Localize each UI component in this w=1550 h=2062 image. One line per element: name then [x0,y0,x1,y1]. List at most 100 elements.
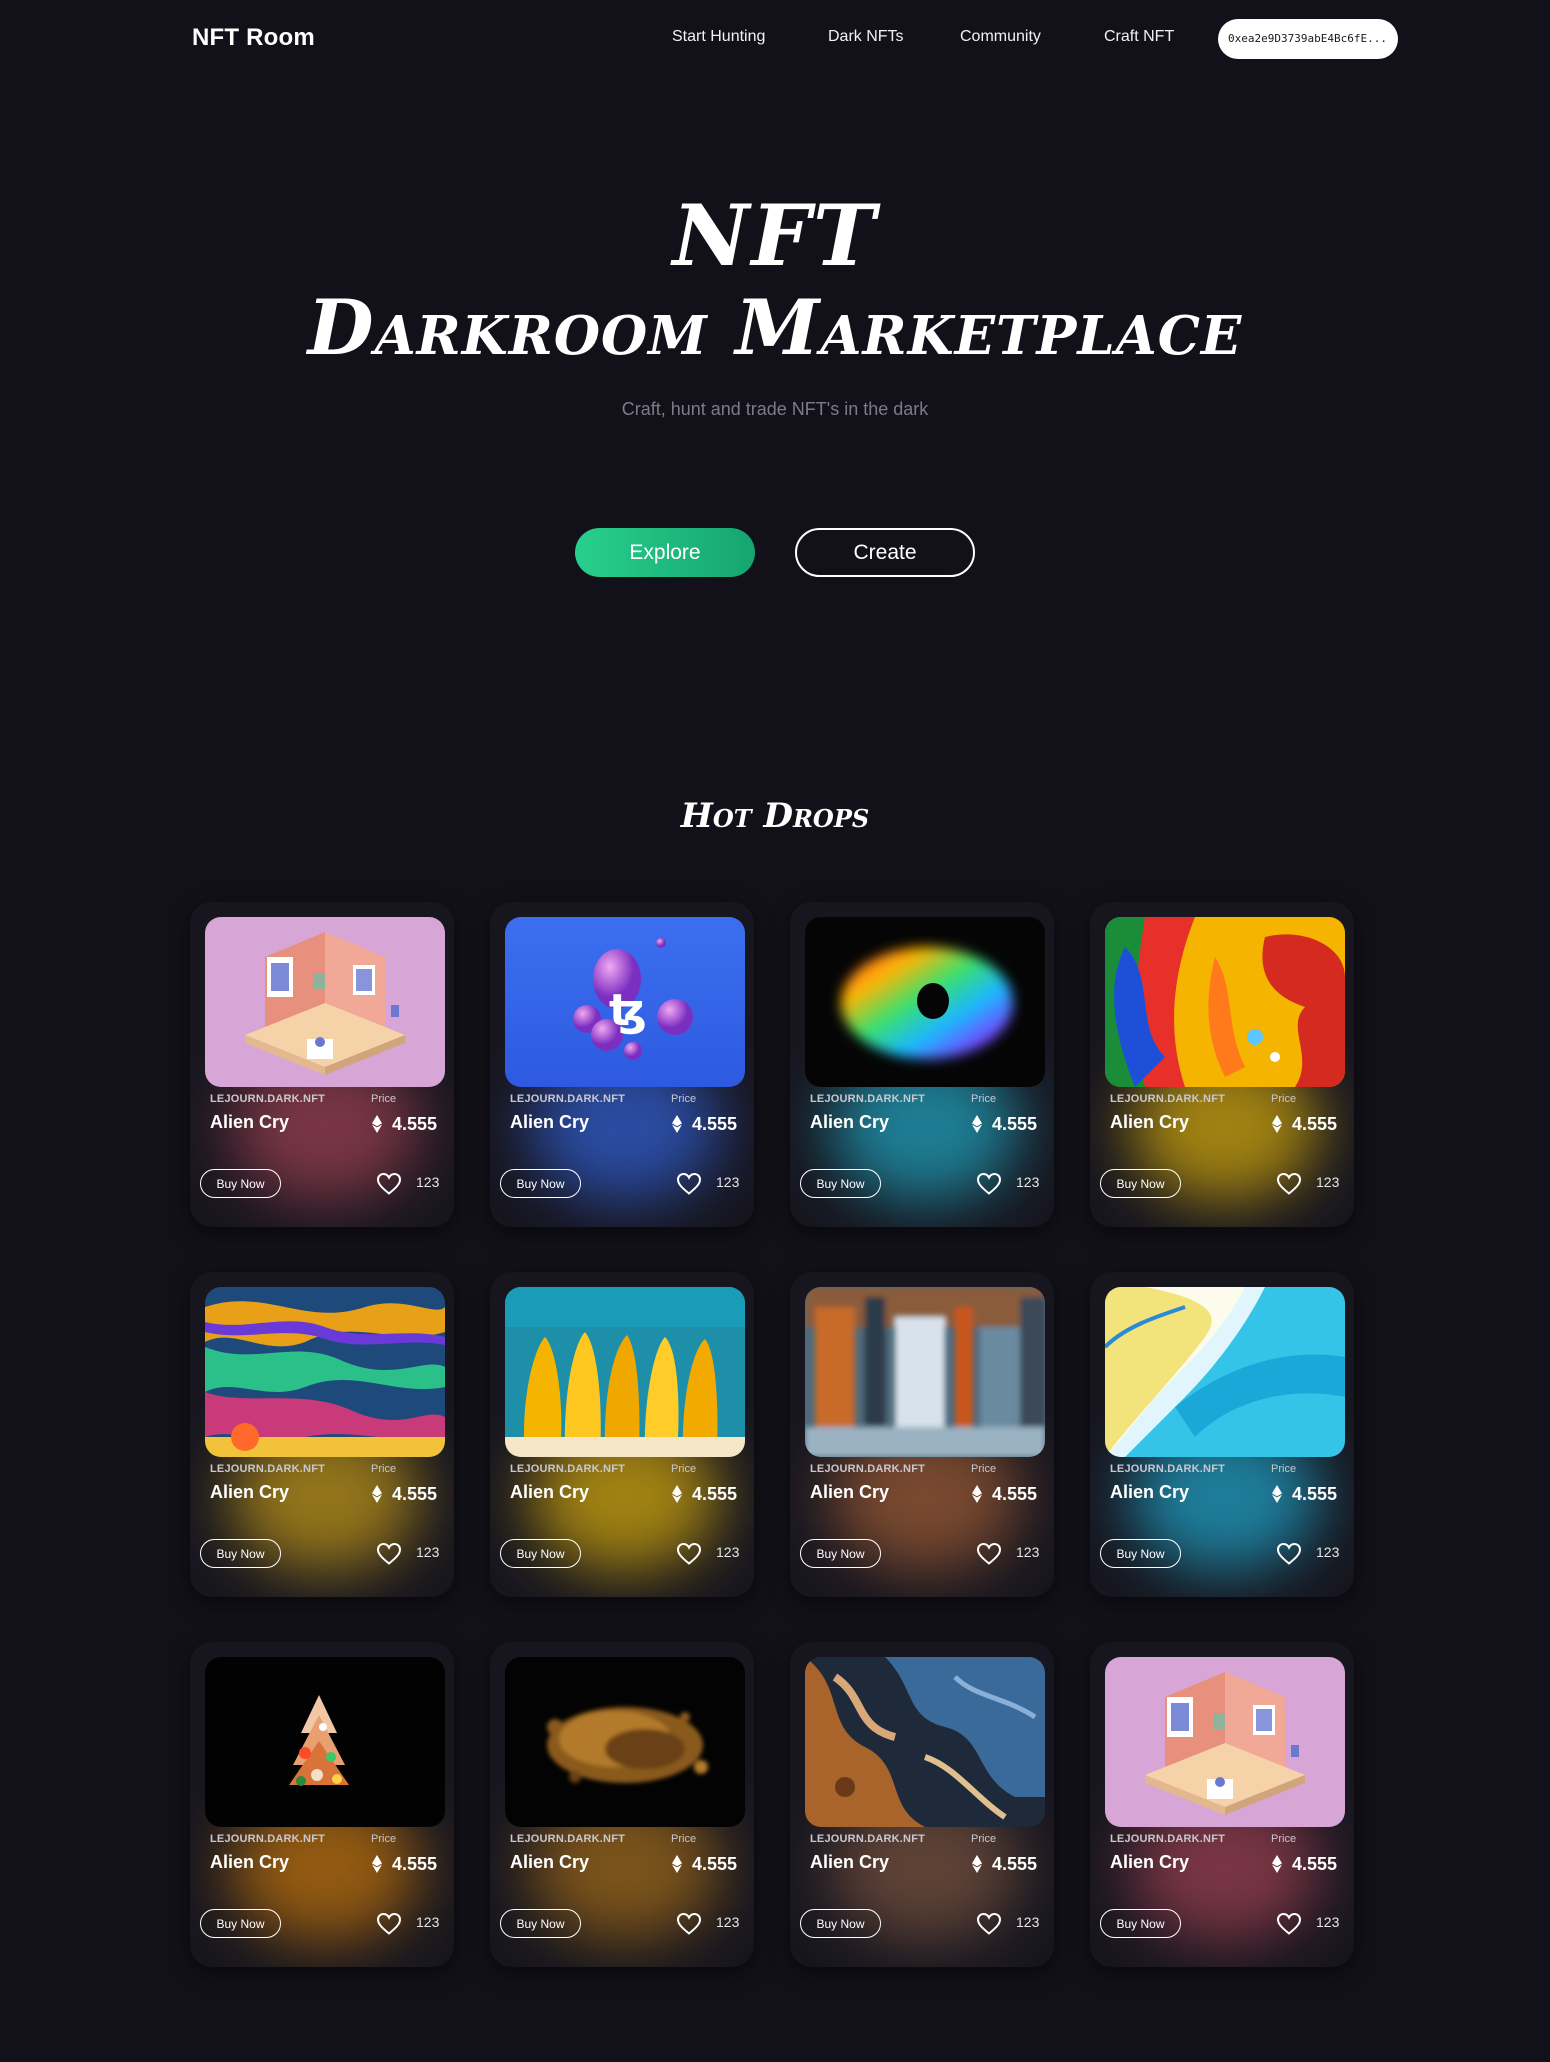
hero-title-line2: Darkroom Marketplace [307,283,1243,372]
nft-price: 4.555 [992,1484,1038,1504]
nft-price: 4.555 [992,1854,1038,1874]
ethereum-icon [372,1485,382,1503]
nft-card[interactable]: LEJOURN.DARK.NFT Price Alien Cry 4.555 B… [190,902,454,1227]
buy-now-button[interactable]: Buy Now [200,1169,281,1198]
nft-name: Alien Cry [1110,1852,1190,1872]
nft-name: Alien Cry [510,1852,590,1872]
nft-card[interactable]: LEJOURN.DARK.NFT Price Alien Cry 4.555 B… [1090,1642,1354,1967]
nft-artwork[interactable] [805,917,1045,1087]
buy-now-button[interactable]: Buy Now [1100,1539,1181,1568]
creator-name: LEJOURN.DARK.NFT [510,1833,626,1845]
heart-icon[interactable] [1276,1542,1302,1566]
like-count: 123 [716,1914,740,1930]
hero-title-line1: NFT [672,186,878,285]
nft-artwork[interactable] [205,1657,445,1827]
price-label: Price [671,1093,697,1105]
heart-icon[interactable] [376,1542,402,1566]
nft-price: 4.555 [692,1484,738,1504]
ethereum-icon [972,1115,982,1133]
like-count: 123 [1016,1174,1040,1190]
nav-link-craft-nft[interactable]: Craft NFT [1104,28,1174,46]
nft-card[interactable]: LEJOURN.DARK.NFT Price Alien Cry 4.555 B… [1090,1272,1354,1597]
nft-artwork[interactable] [505,1287,745,1457]
like-count: 123 [416,1544,440,1560]
nft-artwork[interactable] [805,1657,1045,1827]
buy-now-button[interactable]: Buy Now [800,1539,881,1568]
hero-subtitle: Craft, hunt and trade NFT's in the dark [621,399,929,419]
hot-drops-title: Hot Drops [680,796,870,836]
nav-link-community[interactable]: Community [960,28,1041,46]
price-label: Price [971,1463,997,1475]
buy-now-button[interactable]: Buy Now [200,1909,281,1938]
nft-artwork[interactable]: ꜩ [505,917,745,1087]
ethereum-icon [1272,1855,1282,1873]
heart-icon[interactable] [1276,1172,1302,1196]
nft-artwork[interactable] [805,1287,1045,1457]
ethereum-icon [972,1855,982,1873]
creator-name: LEJOURN.DARK.NFT [810,1833,926,1845]
creator-name: LEJOURN.DARK.NFT [210,1833,326,1845]
nft-card[interactable]: LEJOURN.DARK.NFT Price Alien Cry 4.555 B… [490,1642,754,1967]
like-count: 123 [1316,1914,1340,1930]
nft-artwork[interactable] [1105,1657,1345,1827]
nft-price: 4.555 [992,1114,1038,1134]
buy-now-button[interactable]: Buy Now [1100,1169,1181,1198]
create-button[interactable]: Create [795,528,975,577]
nft-card[interactable]: LEJOURN.DARK.NFT Price Alien Cry 4.555 B… [190,1642,454,1967]
nft-artwork[interactable] [1105,917,1345,1087]
buy-now-button[interactable]: Buy Now [800,1169,881,1198]
like-count: 123 [716,1174,740,1190]
nft-name: Alien Cry [810,1852,890,1872]
heart-icon[interactable] [376,1172,402,1196]
price-label: Price [371,1093,397,1105]
buy-now-button[interactable]: Buy Now [500,1169,581,1198]
like-count: 123 [416,1914,440,1930]
buy-now-button[interactable]: Buy Now [1100,1909,1181,1938]
nft-name: Alien Cry [510,1112,590,1132]
nft-name: Alien Cry [210,1112,290,1132]
nft-card[interactable]: LEJOURN.DARK.NFT Price Alien Cry 4.555 B… [490,1272,754,1597]
nft-card[interactable]: LEJOURN.DARK.NFT Price Alien Cry 4.555 B… [790,1272,1054,1597]
heart-icon[interactable] [976,1172,1002,1196]
ethereum-icon [672,1485,682,1503]
nft-card[interactable]: LEJOURN.DARK.NFT Price Alien Cry 4.555 B… [790,1642,1054,1967]
ethereum-icon [372,1855,382,1873]
creator-name: LEJOURN.DARK.NFT [1110,1463,1226,1475]
svg-text:ꜩ: ꜩ [609,985,647,1036]
heart-icon[interactable] [376,1912,402,1936]
hero-title: NFT Darkroom Marketplace [0,190,1550,374]
brand-logo[interactable]: NFT Room [192,24,315,52]
ethereum-icon [672,1855,682,1873]
buy-now-button[interactable]: Buy Now [800,1909,881,1938]
nft-artwork[interactable] [205,917,445,1087]
creator-name: LEJOURN.DARK.NFT [810,1093,926,1105]
wallet-address-button[interactable]: 0xea2e9D3739abE4Bc6fE... [1218,19,1398,59]
buy-now-button[interactable]: Buy Now [500,1539,581,1568]
heart-icon[interactable] [1276,1912,1302,1936]
nft-card[interactable]: ꜩ LEJOURN.DARK.NFT Price Alien Cry 4.555… [490,902,754,1227]
buy-now-button[interactable]: Buy Now [200,1539,281,1568]
heart-icon[interactable] [976,1542,1002,1566]
heart-icon[interactable] [676,1912,702,1936]
nft-name: Alien Cry [810,1482,890,1502]
ethereum-icon [972,1485,982,1503]
heart-icon[interactable] [976,1912,1002,1936]
explore-button[interactable]: Explore [575,528,755,577]
nft-card[interactable]: LEJOURN.DARK.NFT Price Alien Cry 4.555 B… [190,1272,454,1597]
nft-artwork[interactable] [205,1287,445,1457]
buy-now-button[interactable]: Buy Now [500,1909,581,1938]
price-label: Price [971,1833,997,1845]
nft-card[interactable]: LEJOURN.DARK.NFT Price Alien Cry 4.555 B… [790,902,1054,1227]
nft-card[interactable]: LEJOURN.DARK.NFT Price Alien Cry 4.555 B… [1090,902,1354,1227]
heart-icon[interactable] [676,1172,702,1196]
nav-link-dark-nfts[interactable]: Dark NFTs [828,28,904,46]
nav-link-start-hunting[interactable]: Start Hunting [672,28,765,46]
ethereum-icon [1272,1485,1282,1503]
heart-icon[interactable] [676,1542,702,1566]
like-count: 123 [1316,1544,1340,1560]
price-label: Price [1271,1833,1297,1845]
nft-price: 4.555 [1292,1484,1338,1504]
nft-artwork[interactable] [505,1657,745,1827]
creator-name: LEJOURN.DARK.NFT [1110,1833,1226,1845]
nft-artwork[interactable] [1105,1287,1345,1457]
